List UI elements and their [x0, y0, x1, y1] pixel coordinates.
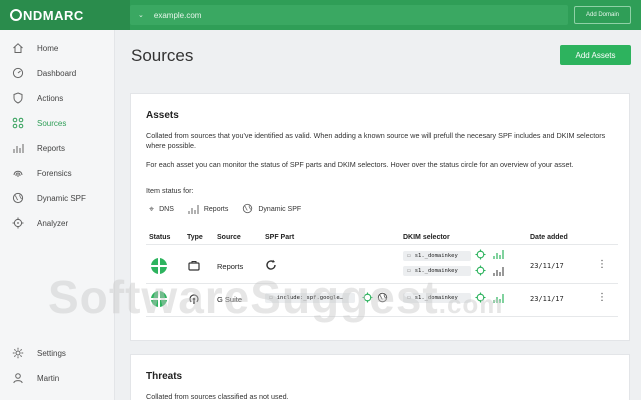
- date-added: 23/11/17: [530, 262, 564, 270]
- bar-chart-status-icon[interactable]: [493, 266, 504, 278]
- status-legend: ⌖ DNS Reports Dynamic SPF: [149, 203, 315, 216]
- shield-icon: [12, 92, 24, 104]
- globe-icon: [12, 192, 24, 204]
- crosshair-status-icon[interactable]: [475, 249, 486, 262]
- assets-description: Collated from sources that you've identi…: [146, 131, 606, 150]
- sidebar-item-dynamic-spf[interactable]: Dynamic SPF: [0, 188, 115, 208]
- domain-select[interactable]: ⌄ example.com: [130, 5, 568, 25]
- column-header-date-added: Date added: [530, 234, 568, 241]
- status-circle[interactable]: [151, 258, 167, 274]
- briefcase-icon: [188, 260, 200, 274]
- legend-label: DNS: [159, 206, 174, 213]
- dkim-selector-value: s1._domainkey: [414, 268, 458, 274]
- sidebar: Home Dashboard Actions Sources Reports F…: [0, 30, 115, 400]
- sidebar-item-reports[interactable]: Reports: [0, 138, 115, 158]
- source-name: G Suite: [217, 295, 243, 304]
- sources-icon: [12, 117, 24, 129]
- fingerprint-icon: [12, 167, 24, 179]
- dkim-selector-tag: ▫ s1._domainkey: [403, 251, 471, 261]
- crosshair-status-icon[interactable]: [475, 292, 486, 305]
- column-header-source: Source: [217, 234, 241, 241]
- spf-part-value: include:_spf.google…: [276, 295, 343, 301]
- status-circle[interactable]: [151, 291, 167, 307]
- dkim-selector-value: s1._domainkey: [414, 295, 458, 301]
- item-status-label: Item status for:: [146, 186, 194, 195]
- logo-text: NDMARC: [23, 7, 84, 23]
- radio-tower-icon: [188, 293, 200, 308]
- home-icon: [12, 42, 24, 54]
- column-header-status: Status: [149, 234, 171, 241]
- sidebar-item-label: Home: [37, 43, 59, 53]
- more-options-icon[interactable]: ⋮: [597, 293, 607, 303]
- column-header-type: Type: [187, 234, 203, 241]
- document-icon: ▫: [407, 253, 411, 259]
- legend-label: Dynamic SPF: [258, 206, 302, 213]
- spf-part-tag: ▫ include:_spf.google…: [265, 293, 355, 303]
- dkim-selector-value: s1._domainkey: [414, 253, 458, 259]
- legend-label: Reports: [203, 206, 229, 213]
- sidebar-item-label: Actions: [37, 93, 64, 103]
- assets-monitor-description: For each asset you can monitor the statu…: [146, 160, 574, 169]
- bar-chart-icon: [12, 142, 24, 154]
- crosshair-status-icon[interactable]: [475, 265, 486, 278]
- sidebar-item-label: Forensics: [37, 168, 72, 178]
- table-divider: [146, 244, 618, 245]
- bar-chart-icon: [188, 204, 199, 216]
- document-icon: ▫: [269, 295, 273, 301]
- table-divider: [146, 283, 618, 284]
- add-domain-button[interactable]: Add Domain: [574, 6, 631, 24]
- logo-o-mark: [10, 9, 22, 21]
- crosshair-status-icon[interactable]: [362, 292, 373, 305]
- sidebar-item-home[interactable]: Home: [0, 38, 115, 58]
- sidebar-item-label: Sources: [37, 118, 67, 128]
- bar-chart-status-icon[interactable]: [493, 293, 504, 305]
- threats-heading: Threats: [146, 371, 183, 382]
- sidebar-item-label: Analyzer: [37, 218, 69, 228]
- sidebar-item-analyzer[interactable]: Analyzer: [0, 213, 115, 233]
- globe-icon: [242, 203, 253, 216]
- column-header-dkim-selector: DKIM selector: [403, 234, 450, 241]
- refresh-icon[interactable]: [265, 259, 277, 274]
- dashboard-icon: [12, 67, 24, 79]
- logo[interactable]: NDMARC: [0, 0, 130, 30]
- threats-description: Collated from sources classified as not …: [146, 392, 289, 400]
- add-assets-button[interactable]: Add Assets: [560, 45, 631, 65]
- more-options-icon[interactable]: ⋮: [597, 260, 607, 270]
- date-added: 23/11/17: [530, 295, 564, 303]
- bar-chart-status-icon[interactable]: [493, 249, 504, 261]
- domain-select-value: example.com: [153, 10, 202, 20]
- top-bar: NDMARC ⌄ example.com Add Domain: [0, 0, 641, 30]
- globe-status-icon[interactable]: [377, 292, 388, 305]
- sidebar-item-label: Reports: [37, 143, 66, 153]
- sidebar-item-label: Dynamic SPF: [37, 193, 86, 203]
- crosshair-icon: [12, 217, 24, 229]
- sidebar-item-actions[interactable]: Actions: [0, 88, 115, 108]
- sidebar-item-forensics[interactable]: Forensics: [0, 163, 115, 183]
- sidebar-item-label: Martin: [37, 373, 60, 383]
- sidebar-item-label: Dashboard: [37, 68, 77, 78]
- sidebar-item-label: Settings: [37, 348, 66, 358]
- sidebar-item-settings[interactable]: Settings: [0, 343, 115, 363]
- sidebar-item-user[interactable]: Martin: [0, 368, 115, 388]
- sidebar-item-sources[interactable]: Sources: [0, 113, 115, 133]
- source-name: Reports: [217, 262, 244, 271]
- threats-card: Threats Collated from sources classified…: [130, 354, 630, 400]
- legend-reports: Reports: [188, 204, 229, 216]
- dkim-selector-tag: ▫ s1._domainkey: [403, 293, 471, 303]
- document-icon: ▫: [407, 268, 411, 274]
- user-icon: [12, 372, 24, 384]
- sidebar-item-dashboard[interactable]: Dashboard: [0, 63, 115, 83]
- gear-icon: [12, 347, 24, 359]
- document-icon: ▫: [407, 295, 411, 301]
- page-title: Sources: [131, 46, 194, 65]
- chevron-down-icon: ⌄: [138, 12, 144, 19]
- table-divider: [146, 316, 618, 317]
- column-header-spf-part: SPF Part: [265, 234, 295, 241]
- assets-card: Assets Collated from sources that you've…: [130, 93, 630, 341]
- dkim-selector-tag: ▫ s1._domainkey: [403, 266, 471, 276]
- legend-dynamic-spf: Dynamic SPF: [242, 203, 301, 216]
- legend-dns: ⌖ DNS: [149, 204, 174, 215]
- assets-heading: Assets: [146, 110, 179, 121]
- crosshair-icon: ⌖: [149, 204, 155, 214]
